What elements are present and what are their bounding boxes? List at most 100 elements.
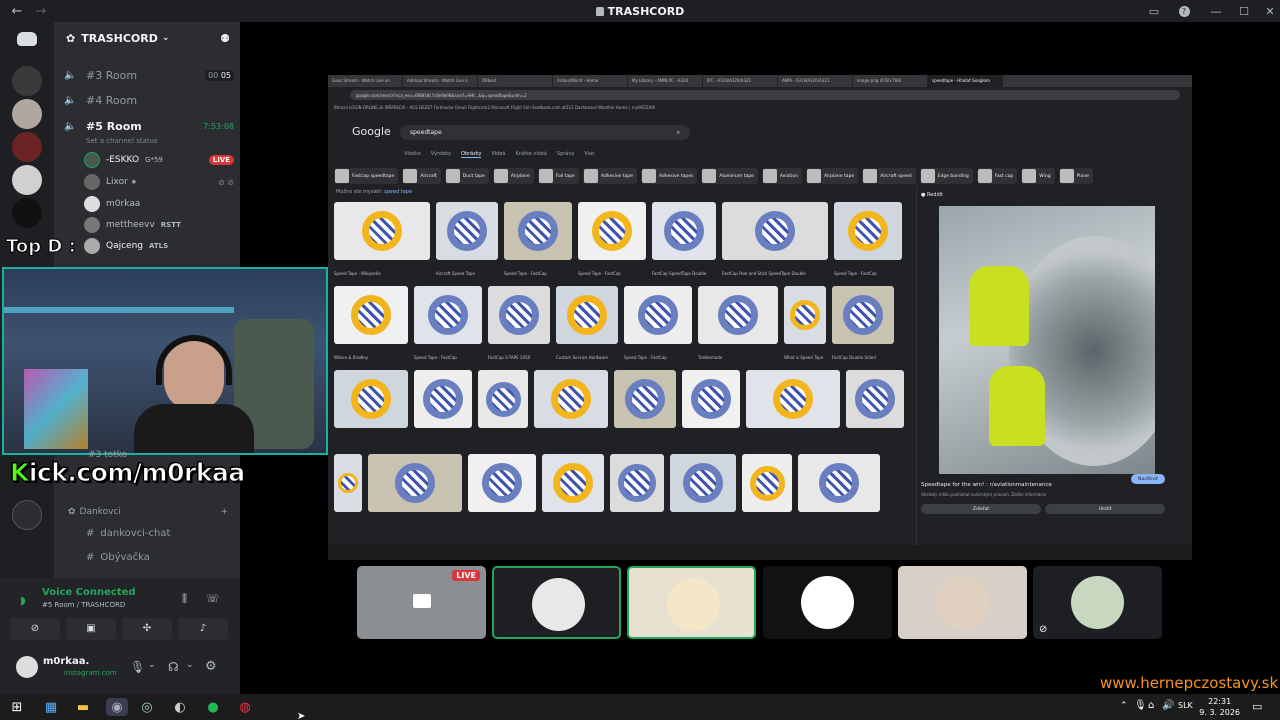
image-result-tile [478, 370, 528, 428]
folder-icon[interactable]: ▬ [74, 698, 92, 716]
soundboard-button[interactable]: ♪ [178, 618, 228, 640]
browser-tab-strip: Gaas Stream - Watch Live on m0rkaa Stream… [328, 75, 1192, 87]
discord-home-icon[interactable] [17, 32, 37, 46]
preview-image [939, 206, 1155, 474]
member-mettheevv[interactable]: mettheevv RSTT [84, 215, 234, 235]
tape-thumbnail [534, 370, 608, 428]
help-icon[interactable]: ? [1170, 0, 1198, 22]
participant-tile[interactable] [898, 566, 1027, 639]
kick-channel-url: Kick.com/m0rkaa [10, 458, 246, 488]
back-arrow-icon[interactable]: ← [8, 4, 26, 19]
participant-tile[interactable] [492, 566, 621, 639]
spotify-app-icon[interactable]: ● [204, 698, 222, 716]
tray-mic-icon[interactable]: 🎙 [1134, 700, 1147, 711]
webcam-person-body [134, 404, 254, 453]
file-explorer-app-icon[interactable]: ▦ [42, 698, 60, 716]
notifications-icon[interactable]: ▭ [1252, 700, 1262, 713]
add-channel-icon[interactable]: + [220, 507, 228, 517]
app-root: ← → TRASHCORD ▭ ? — ☐ ✕ ✿ TRASHCORD ⌄ ⚉ … [0, 0, 1280, 720]
tray-network-icon[interactable]: ⌂ [1148, 700, 1154, 711]
windows-taskbar: ⊞ ▦ ▬ ◉ ◎ ◐ ● ◍ ➤ ⌃ 🎙 ⌂ 🔊 SLK 22:31 9. 3… [0, 694, 1280, 720]
maximize-button[interactable]: ☐ [1230, 0, 1258, 22]
refine-chip: Aircraft [402, 168, 441, 184]
voice-status[interactable]: Voice Connected [42, 587, 136, 598]
server-icon-4[interactable] [12, 165, 42, 195]
voice-location[interactable]: #5 Room / TRASHCORD [42, 601, 125, 609]
screen-share-icon [413, 594, 431, 608]
text-channel-dankovci-chat[interactable]: # dankovci-chat [86, 528, 170, 539]
windows-start-icon[interactable]: ⊞ [8, 698, 26, 716]
noise-suppression-icon[interactable]: ⫼ [182, 592, 187, 606]
add-member-icon[interactable]: ⚉ [220, 32, 230, 45]
participant-tile[interactable]: LIVE [357, 566, 486, 639]
minimize-button[interactable]: — [1202, 0, 1230, 22]
tape-roll [591, 210, 633, 252]
participant-tile[interactable]: ⊘ [1033, 566, 1162, 639]
close-button[interactable]: ✕ [1256, 0, 1280, 22]
tape-roll [350, 378, 392, 420]
tape-roll [481, 462, 523, 504]
worker-1 [969, 266, 1029, 346]
tape-thumbnail [468, 454, 536, 512]
chrome-app-icon[interactable]: ◍ [236, 698, 254, 716]
discord-app-icon[interactable]: ◉ [106, 698, 128, 716]
camera-button[interactable]: ⊘ [10, 618, 60, 640]
image-result-tile [534, 370, 608, 428]
image-result-tile: What is Speed Tape [784, 286, 826, 360]
tray-arrow-icon[interactable]: ⌃ [1120, 701, 1128, 711]
activities-button[interactable]: ✣ [122, 618, 172, 640]
headphones-icon[interactable]: ☊ [168, 660, 179, 674]
stream-windows-taskbar [328, 545, 1192, 560]
input-language[interactable]: SLK [1178, 701, 1193, 710]
member-qajceng[interactable]: Qajceng ATLS [84, 236, 234, 256]
text-channel-obyvacka[interactable]: # Obývačka [86, 552, 150, 563]
refine-chip: Adhesive tape [582, 168, 637, 184]
server-icon-5[interactable] [12, 198, 42, 228]
stream-view[interactable]: Gaas Stream - Watch Live on m0rkaa Stream… [328, 75, 1192, 560]
member-lixor[interactable]: Lixor ★ ⊘ ⊘ [84, 172, 234, 192]
chevron-down-icon[interactable]: ⌄ [186, 660, 194, 670]
inbox-icon[interactable]: ▭ [1140, 0, 1168, 22]
server-icon-6[interactable] [12, 500, 42, 530]
member-tag: ★ [130, 178, 138, 186]
chip-thumbnail [1059, 169, 1074, 183]
username[interactable]: m0rkaa. [43, 656, 89, 667]
member-m0rkaa[interactable]: m0rkaa [84, 194, 234, 214]
user-avatar[interactable] [16, 656, 38, 678]
speaker-icon: 🔈 [64, 94, 77, 106]
participant-tile[interactable] [763, 566, 892, 639]
member-eskko[interactable]: -ESKKO G*59 LIVE [84, 150, 234, 170]
counter-b: 05 [220, 70, 231, 80]
steam-app-icon[interactable]: ◎ [138, 698, 156, 716]
obs-app-icon[interactable]: ◐ [171, 698, 189, 716]
google-tab: Obrázky [460, 151, 482, 158]
chevron-down-icon[interactable]: ⌄ [148, 660, 156, 670]
refine-chip: Airplane [492, 168, 534, 184]
voice-channel-3-room[interactable]: 🔈 #3 Room 00 05 [64, 65, 234, 85]
server-icon-3[interactable] [12, 132, 42, 162]
settings-gear-icon[interactable]: ⚙ [205, 659, 217, 674]
participant-tile[interactable] [627, 566, 756, 639]
image-result-tile: FastCap Double Sided [832, 286, 894, 360]
taskbar-clock[interactable]: 22:31 9. 3. 2026 [1199, 696, 1240, 718]
microphone-icon[interactable]: 🎙 [130, 660, 145, 674]
tape-roll [361, 210, 403, 252]
image-result-tile [798, 454, 880, 512]
tray-volume-icon[interactable]: 🔊 [1162, 700, 1174, 711]
tape-roll [427, 294, 469, 336]
tape-roll [566, 294, 608, 336]
refine-chip: Aircraft speed [862, 168, 916, 184]
server-icon-2[interactable] [12, 99, 42, 129]
server-icon-1[interactable] [12, 66, 42, 96]
muted-icon: ⊘ ⊘ [218, 177, 234, 187]
channel-name: #5 Room [86, 119, 142, 133]
disconnect-icon[interactable]: ☏ [206, 592, 220, 605]
screen-share-button[interactable]: ▣ [66, 618, 116, 640]
channel-status[interactable]: Set a channel status [86, 137, 158, 145]
server-header[interactable]: ✿ TRASHCORD ⌄ ⚉ [54, 22, 240, 54]
voice-channel-5-room[interactable]: 🔈 #5 Room 7:53:08 [64, 116, 234, 136]
image-preview-panel: ● Reddit Speedtape for the win! : r/avia… [916, 186, 1184, 548]
channel-category[interactable]: ✿ Dankovci + [68, 507, 228, 517]
forward-arrow-icon[interactable]: → [32, 4, 50, 19]
voice-channel-4-room[interactable]: 🔈 #4 Room [64, 90, 234, 110]
